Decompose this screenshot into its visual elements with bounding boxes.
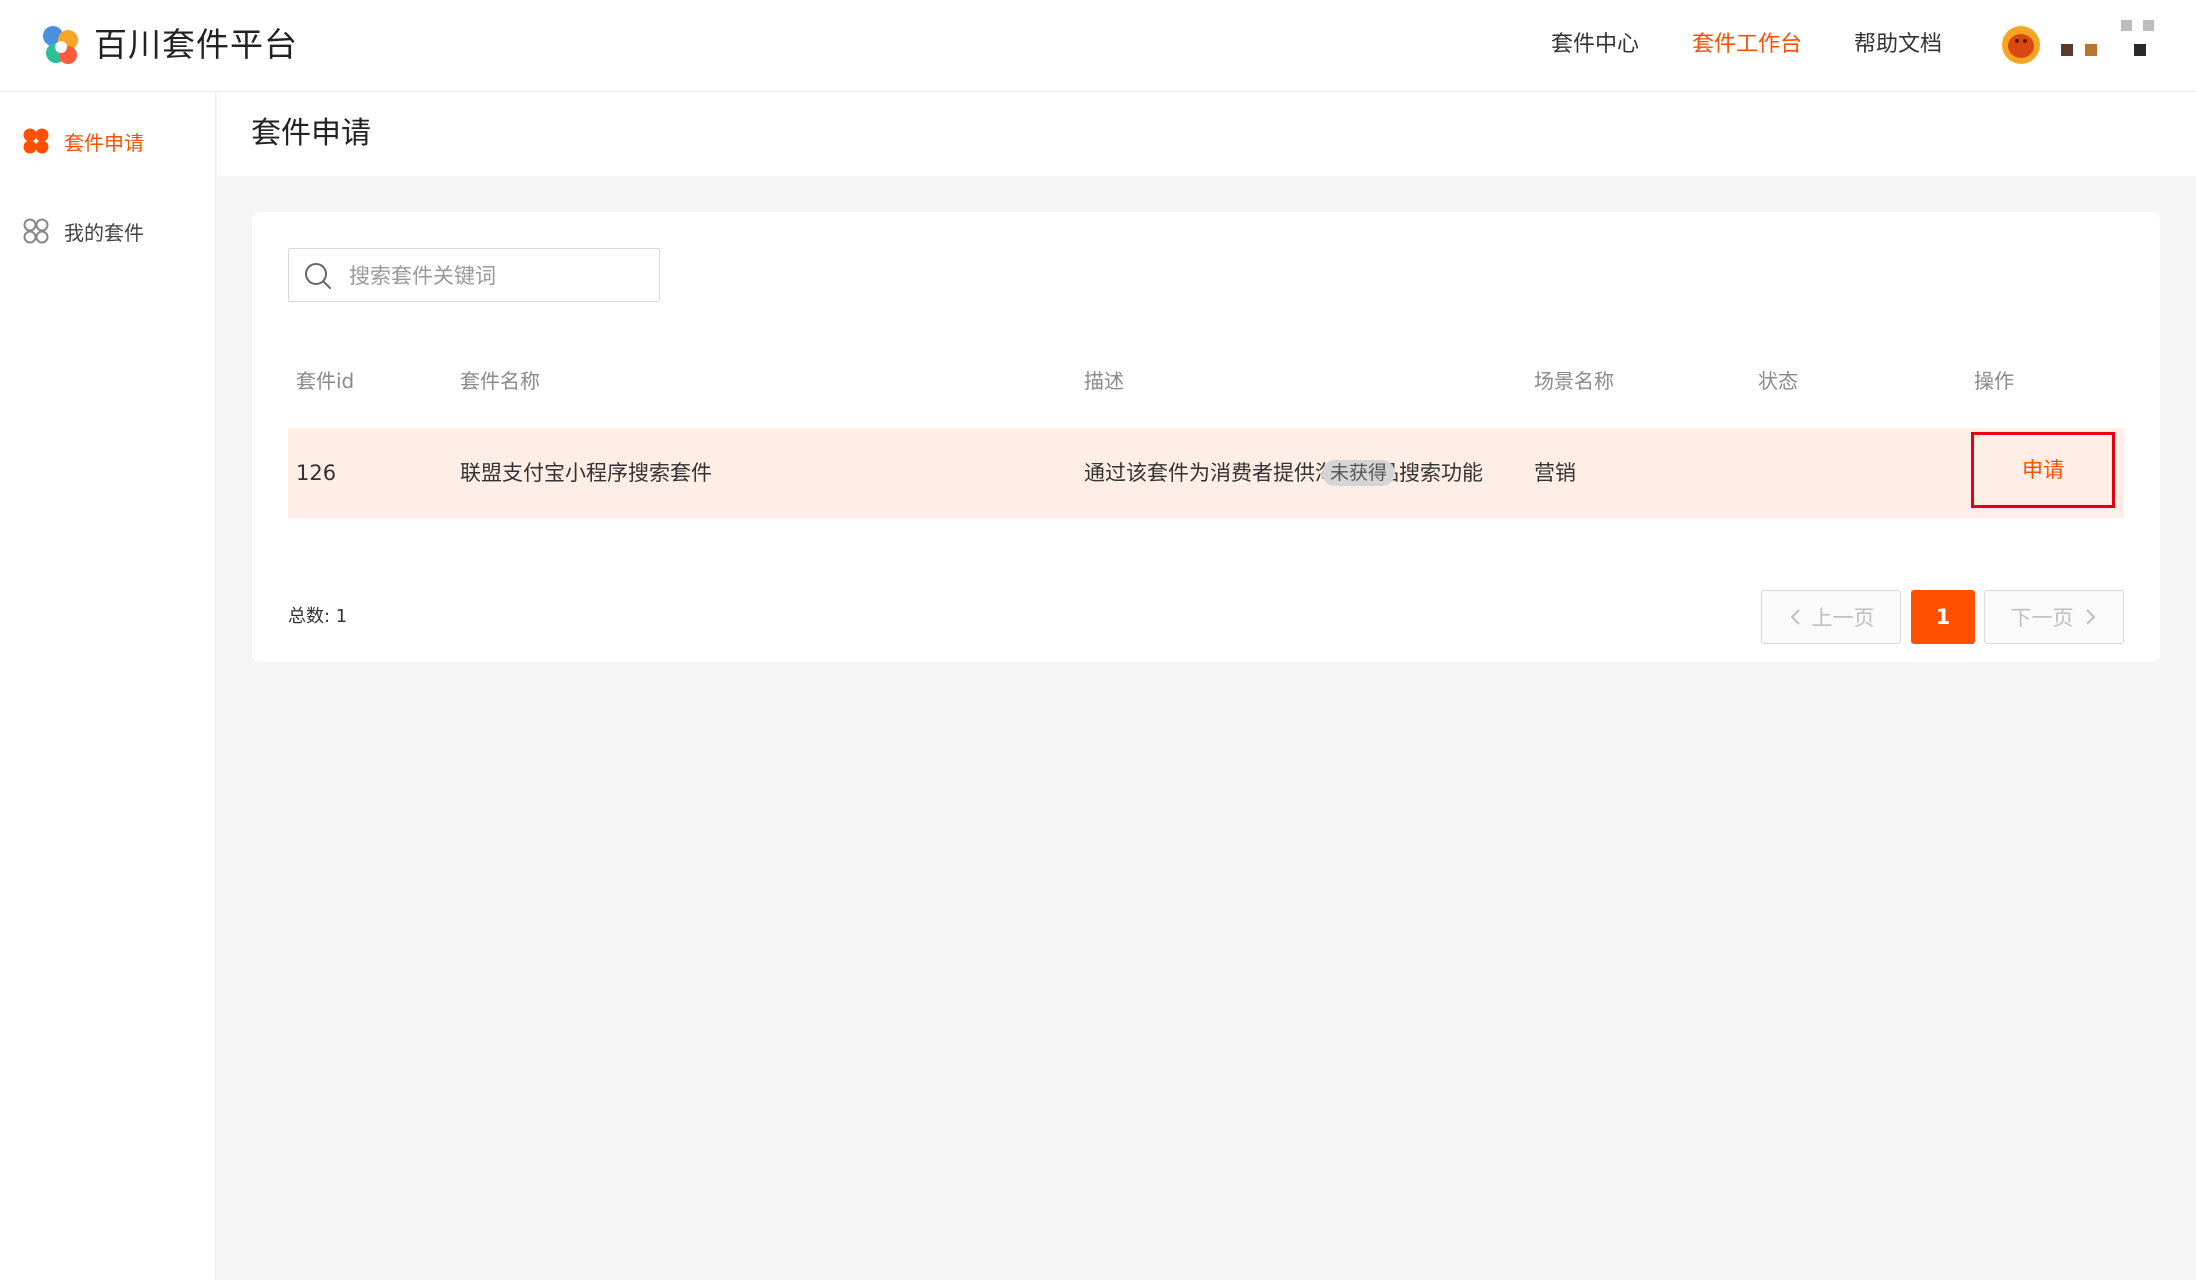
column-header-description: 描述 — [1084, 369, 1124, 393]
next-page-label: 下一页 — [2010, 606, 2074, 630]
nav-suite-workbench[interactable]: 套件工作台 — [1692, 28, 1802, 62]
chevron-left-icon — [1790, 609, 1800, 625]
chevron-right-icon — [2085, 609, 2095, 625]
column-header-action: 操作 — [1974, 369, 2014, 393]
next-page-button[interactable]: 下一页 — [1984, 590, 2124, 644]
brand-logo-icon[interactable] — [36, 22, 84, 70]
column-header-name: 套件名称 — [460, 369, 540, 393]
nav-help-docs[interactable]: 帮助文档 — [1854, 28, 1942, 62]
sidebar-item-label: 我的套件 — [64, 220, 144, 245]
sidebar-item-label: 套件申请 — [64, 130, 144, 155]
nav-suite-center[interactable]: 套件中心 — [1551, 28, 1639, 62]
four-petal-icon — [23, 128, 49, 154]
search-box[interactable] — [288, 248, 660, 302]
page-number-current[interactable]: 1 — [1911, 590, 1975, 644]
cell-suite-id: 126 — [296, 461, 337, 485]
brand-name[interactable]: 百川套件平台 — [94, 22, 298, 68]
apply-button[interactable]: 申请 — [1974, 435, 2112, 505]
top-navigation-bar: 百川套件平台 套件中心 套件工作台 帮助文档 — [0, 0, 2196, 92]
apply-action-highlight: 申请 — [1971, 432, 2115, 508]
column-header-id: 套件id — [296, 369, 355, 393]
total-count: 总数: 1 — [288, 606, 348, 627]
page-title-bar: 套件申请 — [217, 92, 2196, 176]
cell-description: 通过该套件为消费者提供淘客商品搜索功能 — [1084, 461, 1483, 485]
cell-scene: 营销 — [1534, 461, 1576, 485]
table-row: 126 联盟支付宝小程序搜索套件 通过该套件为消费者提供淘客商品搜索功能 营销 … — [288, 428, 2124, 518]
column-header-status: 状态 — [1758, 369, 1798, 393]
prev-page-label: 上一页 — [1811, 606, 1875, 630]
search-input[interactable] — [349, 257, 649, 295]
column-header-scene: 场景名称 — [1534, 369, 1614, 393]
sidebar-item-suite-apply[interactable]: 套件申请 — [22, 124, 144, 158]
avatar-face-icon — [2008, 34, 2034, 58]
search-icon — [305, 263, 331, 289]
suite-list-card: 套件id 套件名称 描述 场景名称 状态 操作 126 联盟支付宝小程序搜索套件… — [252, 212, 2160, 662]
sidebar-item-my-suites[interactable]: 我的套件 — [22, 214, 144, 248]
avatar-eye-icon — [2023, 39, 2027, 43]
prev-page-button[interactable]: 上一页 — [1761, 590, 1901, 644]
status-badge: 未获得 — [1322, 460, 1396, 486]
avatar-eye-icon — [2015, 39, 2019, 43]
cell-suite-name: 联盟支付宝小程序搜索套件 — [460, 461, 712, 485]
page-title: 套件申请 — [251, 116, 371, 151]
four-circle-outline-icon — [23, 218, 49, 244]
user-avatar[interactable] — [2002, 26, 2040, 64]
sidebar — [0, 92, 216, 1280]
